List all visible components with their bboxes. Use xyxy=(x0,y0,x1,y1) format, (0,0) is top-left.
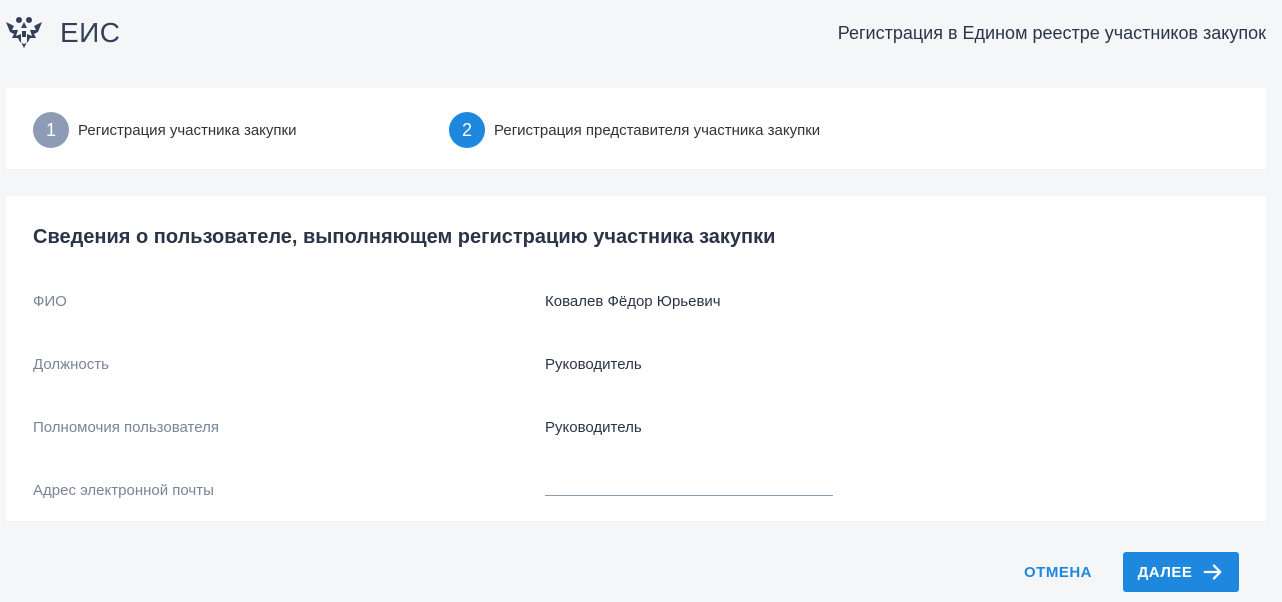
page-heading: Регистрация в Едином реестре участников … xyxy=(837,23,1266,43)
authority-row: Полномочия пользователя Руководитель xyxy=(33,419,1233,443)
position-row: Должность Руководитель xyxy=(33,356,1233,380)
position-value: Руководитель xyxy=(545,356,642,373)
step-1-label: Регистрация участника закупки xyxy=(78,121,297,139)
header: ЕИС Регистрация в Едином реестре участни… xyxy=(0,0,1282,70)
cancel-button[interactable]: ОТМЕНА xyxy=(1018,552,1098,592)
user-info-card: Сведения о пользователе, выполняющем рег… xyxy=(6,196,1266,521)
arrow-right-icon xyxy=(1203,564,1222,580)
email-label: Адрес электронной почты xyxy=(33,482,214,499)
card-title: Сведения о пользователе, выполняющем рег… xyxy=(33,226,776,248)
email-row: Адрес электронной почты xyxy=(33,466,1233,506)
step-2-label: Регистрация представителя участника заку… xyxy=(494,121,821,139)
authority-label: Полномочия пользователя xyxy=(33,419,219,436)
logo-text[interactable]: ЕИС xyxy=(60,17,121,49)
next-button[interactable]: ДАЛЕЕ xyxy=(1123,552,1239,592)
step-1-number: 1 xyxy=(33,112,69,148)
next-button-label: ДАЛЕЕ xyxy=(1137,563,1193,581)
step-2-number: 2 xyxy=(449,112,485,148)
fio-row: ФИО Ковалев Фёдор Юрьевич xyxy=(33,293,1233,317)
fio-label: ФИО xyxy=(33,293,67,310)
stepper: 1 Регистрация участника закупки 2 Регист… xyxy=(6,88,1266,169)
position-label: Должность xyxy=(33,356,109,373)
email-input[interactable] xyxy=(545,466,833,496)
step-1: 1 Регистрация участника закупки xyxy=(33,112,296,148)
authority-value: Руководитель xyxy=(545,419,642,436)
fio-value: Ковалев Фёдор Юрьевич xyxy=(545,293,721,310)
coat-of-arms-icon[interactable] xyxy=(4,12,44,52)
step-2: 2 Регистрация представителя участника за… xyxy=(449,112,820,148)
